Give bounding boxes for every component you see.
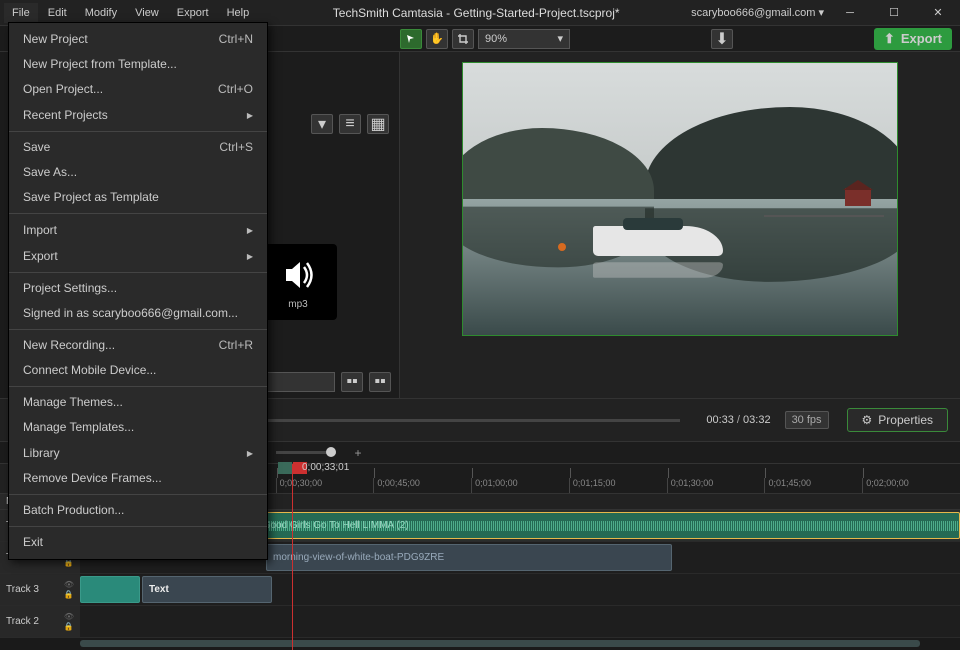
maximize-button[interactable]: ☐ [876, 0, 912, 26]
close-button[interactable]: ✕ [920, 0, 956, 26]
file-menu-item[interactable]: New ProjectCtrl+N [9, 27, 267, 52]
clip-video-track4[interactable]: morning-view-of-white-boat-PDG9ZRE [266, 544, 672, 571]
file-menu-item[interactable]: Save Project as Template [9, 185, 267, 210]
file-menu-item[interactable]: Project Settings... [9, 276, 267, 301]
menu-view[interactable]: View [127, 3, 167, 23]
playhead[interactable] [292, 464, 293, 548]
file-menu-item[interactable]: Save As... [9, 160, 267, 185]
menu-modify[interactable]: Modify [77, 3, 125, 23]
menu-export[interactable]: Export [169, 3, 217, 23]
media-dropdown[interactable]: ▾ [311, 114, 333, 134]
clip-intro-track3[interactable] [80, 576, 140, 603]
download-button[interactable]: ⬇ [711, 29, 733, 49]
file-menu-item[interactable]: Connect Mobile Device... [9, 358, 267, 383]
crop-tool-button[interactable] [452, 29, 474, 49]
file-menu-item[interactable]: Open Project...Ctrl+O [9, 77, 267, 102]
edit-tool-button[interactable] [400, 29, 422, 49]
file-menu-item: Remove Device Frames... [9, 466, 267, 491]
file-menu-item[interactable]: Batch Production... [9, 498, 267, 523]
timeline-zoom-slider[interactable] [276, 451, 336, 454]
file-menu-item[interactable]: Manage Themes... [9, 390, 267, 415]
file-menu-item: Recent Projects [9, 102, 267, 128]
file-menu-item[interactable]: Import [9, 217, 267, 243]
gear-icon: ⚙ [862, 413, 873, 427]
file-menu-item[interactable]: New Recording...Ctrl+R [9, 333, 267, 358]
view-list-button[interactable]: ≡ [339, 114, 361, 134]
view-thumb-button[interactable]: ▦ [367, 114, 389, 134]
canvas-zoom-select[interactable]: 90%▾ [478, 29, 570, 49]
thumb-small-button[interactable]: ▪▪ [341, 372, 363, 392]
media-item-audio[interactable]: mp3 [259, 244, 337, 320]
menu-edit[interactable]: Edit [40, 3, 75, 23]
menu-bar: File Edit Modify View Export Help [0, 3, 261, 23]
window-title: TechSmith Camtasia - Getting-Started-Pro… [261, 6, 691, 20]
file-menu-item[interactable]: SaveCtrl+S [9, 135, 267, 160]
preview-image [463, 63, 897, 335]
account-email[interactable]: scaryboo666@gmail.com ▾ [691, 6, 824, 19]
file-dropdown-menu: New ProjectCtrl+NNew Project from Templa… [8, 22, 268, 560]
audio-icon [278, 255, 318, 295]
file-menu-item[interactable]: Signed in as scaryboo666@gmail.com... [9, 301, 267, 326]
track-header-2[interactable]: Track 2👁🔒 [0, 606, 80, 637]
file-menu-item[interactable]: New Project from Template... [9, 52, 267, 77]
file-menu-item[interactable]: Manage Templates... [9, 415, 267, 440]
upload-icon: ⬆ [884, 31, 895, 47]
minimize-button[interactable]: ─ [832, 0, 868, 26]
timecode: 00:33 / 03:32 [700, 412, 776, 428]
file-menu-item[interactable]: Export [9, 243, 267, 269]
file-menu-item[interactable]: Exit [9, 530, 267, 555]
playhead-time: 0;00;33;01 [302, 462, 349, 473]
pan-tool-button[interactable]: ✋ [426, 29, 448, 49]
menu-file[interactable]: File [4, 3, 38, 23]
properties-button[interactable]: ⚙Properties [847, 408, 948, 432]
track-header-3[interactable]: Track 3👁🔒 [0, 574, 80, 605]
clip-text-track3[interactable]: Text [142, 576, 272, 603]
menu-help[interactable]: Help [219, 3, 258, 23]
export-button[interactable]: ⬆Export [874, 28, 952, 50]
fps-indicator[interactable]: 30 fps [785, 411, 829, 429]
preview-canvas[interactable] [462, 62, 898, 336]
timeline-horizontal-scrollbar[interactable] [0, 638, 960, 650]
thumb-large-button[interactable]: ▪▪ [369, 372, 391, 392]
zoom-in-button[interactable]: + [350, 445, 366, 461]
file-menu-item[interactable]: Library [9, 440, 267, 466]
